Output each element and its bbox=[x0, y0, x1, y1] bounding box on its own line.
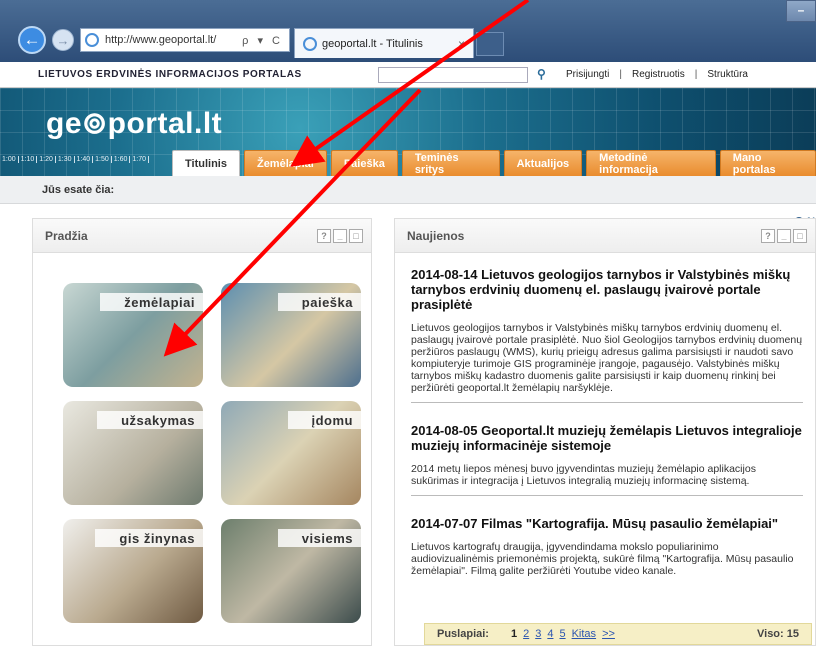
tab-mano-portalas[interactable]: Mano portalas bbox=[719, 150, 816, 176]
address-bar[interactable]: http://www.geoportal.lt/ ρ ▾ C bbox=[80, 28, 290, 52]
scale-tick: 1:10 bbox=[19, 156, 38, 163]
tile-label: įdomu bbox=[287, 411, 361, 429]
tab-zemelapiai[interactable]: Žemėlapiai bbox=[243, 150, 327, 176]
tile-label: žemėlapiai bbox=[100, 293, 203, 311]
pager-current: 1 bbox=[510, 628, 518, 640]
scale-bar: 1:00 1:10 1:20 1:30 1:40 1:50 1:60 1:70 bbox=[0, 156, 149, 163]
pager-pages: 1 2 3 4 5 Kitas >> bbox=[511, 628, 615, 640]
tab-ie-icon bbox=[303, 36, 317, 51]
scale-tick: 1:30 bbox=[56, 156, 75, 163]
start-panel-title: Pradžia bbox=[45, 228, 88, 243]
tile-visiems[interactable]: visiems bbox=[221, 519, 361, 623]
news-panel-header: Naujienos ? _ □ bbox=[395, 219, 815, 253]
maximize-panel-icon[interactable]: □ bbox=[349, 228, 363, 243]
tab-titulinis[interactable]: Titulinis bbox=[172, 150, 240, 176]
pager-page[interactable]: 3 bbox=[535, 628, 541, 640]
news-title[interactable]: 2014-08-05 Geoportal.lt muziejų žemėlapi… bbox=[411, 423, 803, 453]
minimize-button[interactable]: – bbox=[786, 0, 816, 22]
pager-total: Viso: 15 bbox=[757, 628, 799, 640]
news-panel-title: Naujienos bbox=[407, 228, 465, 243]
tile-label: visiems bbox=[277, 529, 361, 547]
tile-gis-zinynas[interactable]: gis žinynas bbox=[63, 519, 203, 623]
scale-tick: 1:40 bbox=[75, 156, 94, 163]
scale-tick: 1:70 bbox=[130, 156, 149, 163]
minimize-panel-icon[interactable]: _ bbox=[777, 228, 791, 243]
address-tools[interactable]: ρ ▾ C bbox=[242, 34, 289, 47]
tile-paieska[interactable]: paieška bbox=[221, 283, 361, 387]
top-links: Prisijungti | Registruotis | Struktūra bbox=[566, 69, 748, 80]
structure-link[interactable]: Struktūra bbox=[707, 69, 748, 80]
browser-chrome: ← → http://www.geoportal.lt/ ρ ▾ C geopo… bbox=[0, 0, 816, 62]
pager-page[interactable]: 4 bbox=[547, 628, 553, 640]
back-arrow-icon[interactable]: ← bbox=[18, 26, 46, 54]
scale-tick: 1:50 bbox=[93, 156, 112, 163]
forward-arrow-icon[interactable]: → bbox=[52, 29, 74, 51]
address-text: http://www.geoportal.lt/ bbox=[105, 34, 217, 46]
help-icon[interactable]: ? bbox=[317, 228, 331, 243]
tile-label: užsakymas bbox=[97, 411, 203, 429]
tab-metodine-informacija[interactable]: Metodinė informacija bbox=[586, 150, 716, 176]
news-body: 2014 metų liepos mėnesį buvo įgyvendinta… bbox=[411, 463, 803, 496]
news-panel: Naujienos ? _ □ 2014-08-14 Lietuvos geol… bbox=[394, 218, 816, 646]
tab-title: geoportal.lt - Titulinis bbox=[322, 37, 423, 50]
link-separator: | bbox=[694, 69, 698, 80]
news-list: 2014-08-14 Lietuvos geologijos tarnybos … bbox=[395, 253, 815, 585]
portal-name: LIETUVOS ERDVINĖS INFORMACIJOS PORTALAS bbox=[38, 69, 302, 80]
scale-tick: 1:20 bbox=[37, 156, 56, 163]
news-title[interactable]: 2014-07-07 Filmas "Kartografija. Mūsų pa… bbox=[411, 516, 803, 531]
pager-page[interactable]: 2 bbox=[523, 628, 529, 640]
tab-aktualijos[interactable]: Aktualijos bbox=[503, 150, 583, 176]
search-icon[interactable]: ⚲ bbox=[537, 67, 546, 81]
tab-close-icon[interactable]: × bbox=[458, 37, 473, 51]
scale-tick: 1:00 bbox=[0, 156, 19, 163]
news-body: Lietuvos geologijos tarnybos ir Valstybi… bbox=[411, 322, 803, 403]
main-tabs: Titulinis Žemėlapiai Paieška Teminės sri… bbox=[172, 150, 816, 176]
tile-idomu[interactable]: įdomu bbox=[221, 401, 361, 505]
tile-zemelapiai[interactable]: žemėlapiai bbox=[63, 283, 203, 387]
pager-label: Puslapiai: bbox=[437, 628, 489, 640]
scale-tick: 1:60 bbox=[112, 156, 131, 163]
start-panel-header: Pradžia ? _ □ bbox=[33, 219, 371, 253]
breadcrumb: Jūs esate čia: bbox=[0, 176, 816, 204]
pager-page[interactable]: 5 bbox=[559, 628, 565, 640]
help-icon[interactable]: ? bbox=[761, 228, 775, 243]
pager-last[interactable]: >> bbox=[602, 628, 615, 640]
maximize-panel-icon[interactable]: □ bbox=[793, 228, 807, 243]
portal-logo[interactable]: ge⊚portal.lt bbox=[46, 106, 222, 141]
login-link[interactable]: Prisijungti bbox=[566, 69, 609, 80]
portal-top-strip: LIETUVOS ERDVINĖS INFORMACIJOS PORTALAS … bbox=[0, 62, 816, 88]
news-body: Lietuvos kartografų draugija, įgyvendind… bbox=[411, 541, 794, 577]
new-tab-button[interactable] bbox=[476, 32, 504, 56]
tile-label: paieška bbox=[277, 293, 361, 311]
minimize-panel-icon[interactable]: _ bbox=[333, 228, 347, 243]
news-title[interactable]: 2014-08-14 Lietuvos geologijos tarnybos … bbox=[411, 267, 803, 312]
link-separator: | bbox=[619, 69, 622, 80]
panel-controls: ? _ □ bbox=[317, 228, 371, 243]
register-link[interactable]: Registruotis bbox=[632, 69, 685, 80]
browser-tab[interactable]: geoportal.lt - Titulinis × bbox=[294, 28, 474, 58]
panel-controls: ? _ □ bbox=[761, 228, 815, 243]
tile-label: gis žinynas bbox=[95, 529, 203, 547]
tile-uzsakymas[interactable]: užsakymas bbox=[63, 401, 203, 505]
pager-next[interactable]: Kitas bbox=[572, 628, 596, 640]
tab-temines-sritys[interactable]: Teminės sritys bbox=[401, 150, 500, 176]
tab-paieska[interactable]: Paieška bbox=[330, 150, 398, 176]
start-panel: Pradžia ? _ □ žemėlapiai paieška užsakym… bbox=[32, 218, 372, 646]
search-input[interactable] bbox=[378, 67, 528, 83]
news-pager: Puslapiai: 1 2 3 4 5 Kitas >> Viso: 15 bbox=[424, 623, 812, 645]
ie-page-icon bbox=[85, 33, 99, 47]
